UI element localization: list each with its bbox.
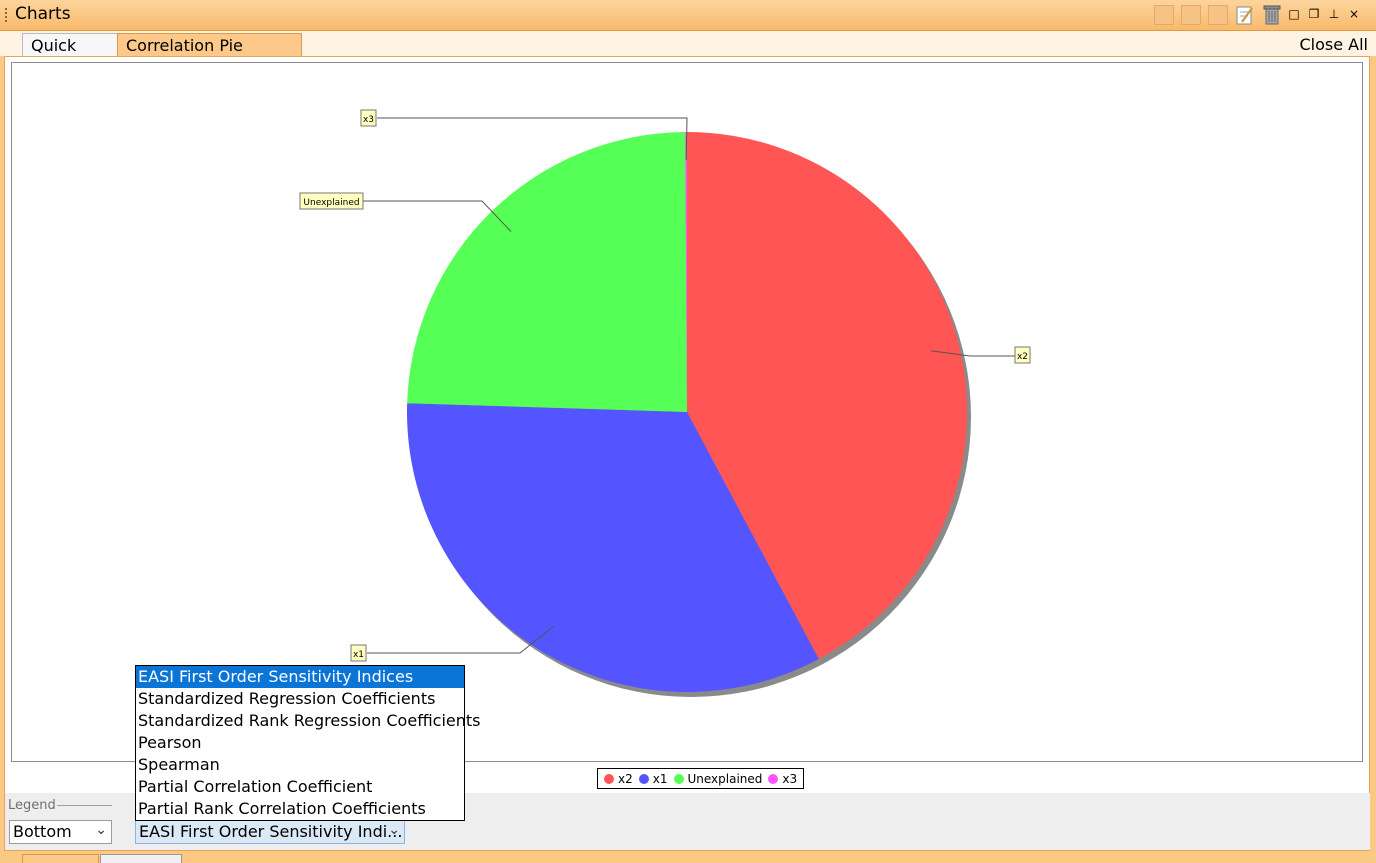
pie-slice-unexplained[interactable] (407, 132, 687, 412)
slice-label-text: x2 (1017, 352, 1028, 362)
method-option[interactable]: Pearson (136, 732, 464, 754)
chevron-down-icon: ⌄ (95, 822, 107, 838)
slice-label-text: x1 (353, 650, 364, 660)
legend-item-x3: x3 (768, 772, 797, 786)
legend-position-value: Bottom (13, 822, 72, 841)
legend-swatch (673, 773, 684, 784)
legend-label: x3 (782, 771, 798, 786)
method-select[interactable]: EASI First Order Sensitivity Indi... ⌄ (135, 820, 405, 844)
legend-swatch (638, 773, 649, 784)
method-option[interactable]: Partial Rank Correlation Coefficients (136, 798, 464, 820)
method-select-value: EASI First Order Sensitivity Indi... (139, 822, 403, 841)
legend-label: x1 (652, 771, 668, 786)
method-option[interactable]: EASI First Order Sensitivity Indices (136, 666, 464, 688)
slice-label-text: Unexplained (303, 198, 359, 208)
method-option[interactable]: Partial Correlation Coefficient (136, 776, 464, 798)
legend-group-divider (57, 805, 112, 806)
legend-group-caption: Legend (8, 798, 56, 813)
legend-label: x2 (618, 771, 633, 786)
chart-legend: x2 x1 Unexplained x3 (597, 768, 805, 789)
slice-label-text: x3 (363, 115, 374, 125)
chevron-down-icon: ⌄ (388, 822, 400, 838)
legend-item-x2: x2 (604, 772, 633, 786)
method-dropdown-list: EASI First Order Sensitivity Indices Sta… (135, 665, 481, 821)
method-option[interactable]: Standardized Regression Coefficients (136, 688, 464, 710)
legend-label: Unexplained (687, 771, 763, 786)
legend-item-x1: x1 (638, 771, 668, 786)
legend-swatch (604, 773, 614, 784)
method-option[interactable]: Spearman (136, 754, 464, 776)
legend-swatch (768, 773, 779, 784)
legend-item-unexplained: Unexplained (673, 771, 763, 786)
bottom-tab-strip (0, 851, 1376, 862)
method-option[interactable]: Standardized Rank Regression Coefficient… (136, 710, 481, 732)
legend-position-select[interactable]: Bottom ⌄ (9, 820, 112, 844)
